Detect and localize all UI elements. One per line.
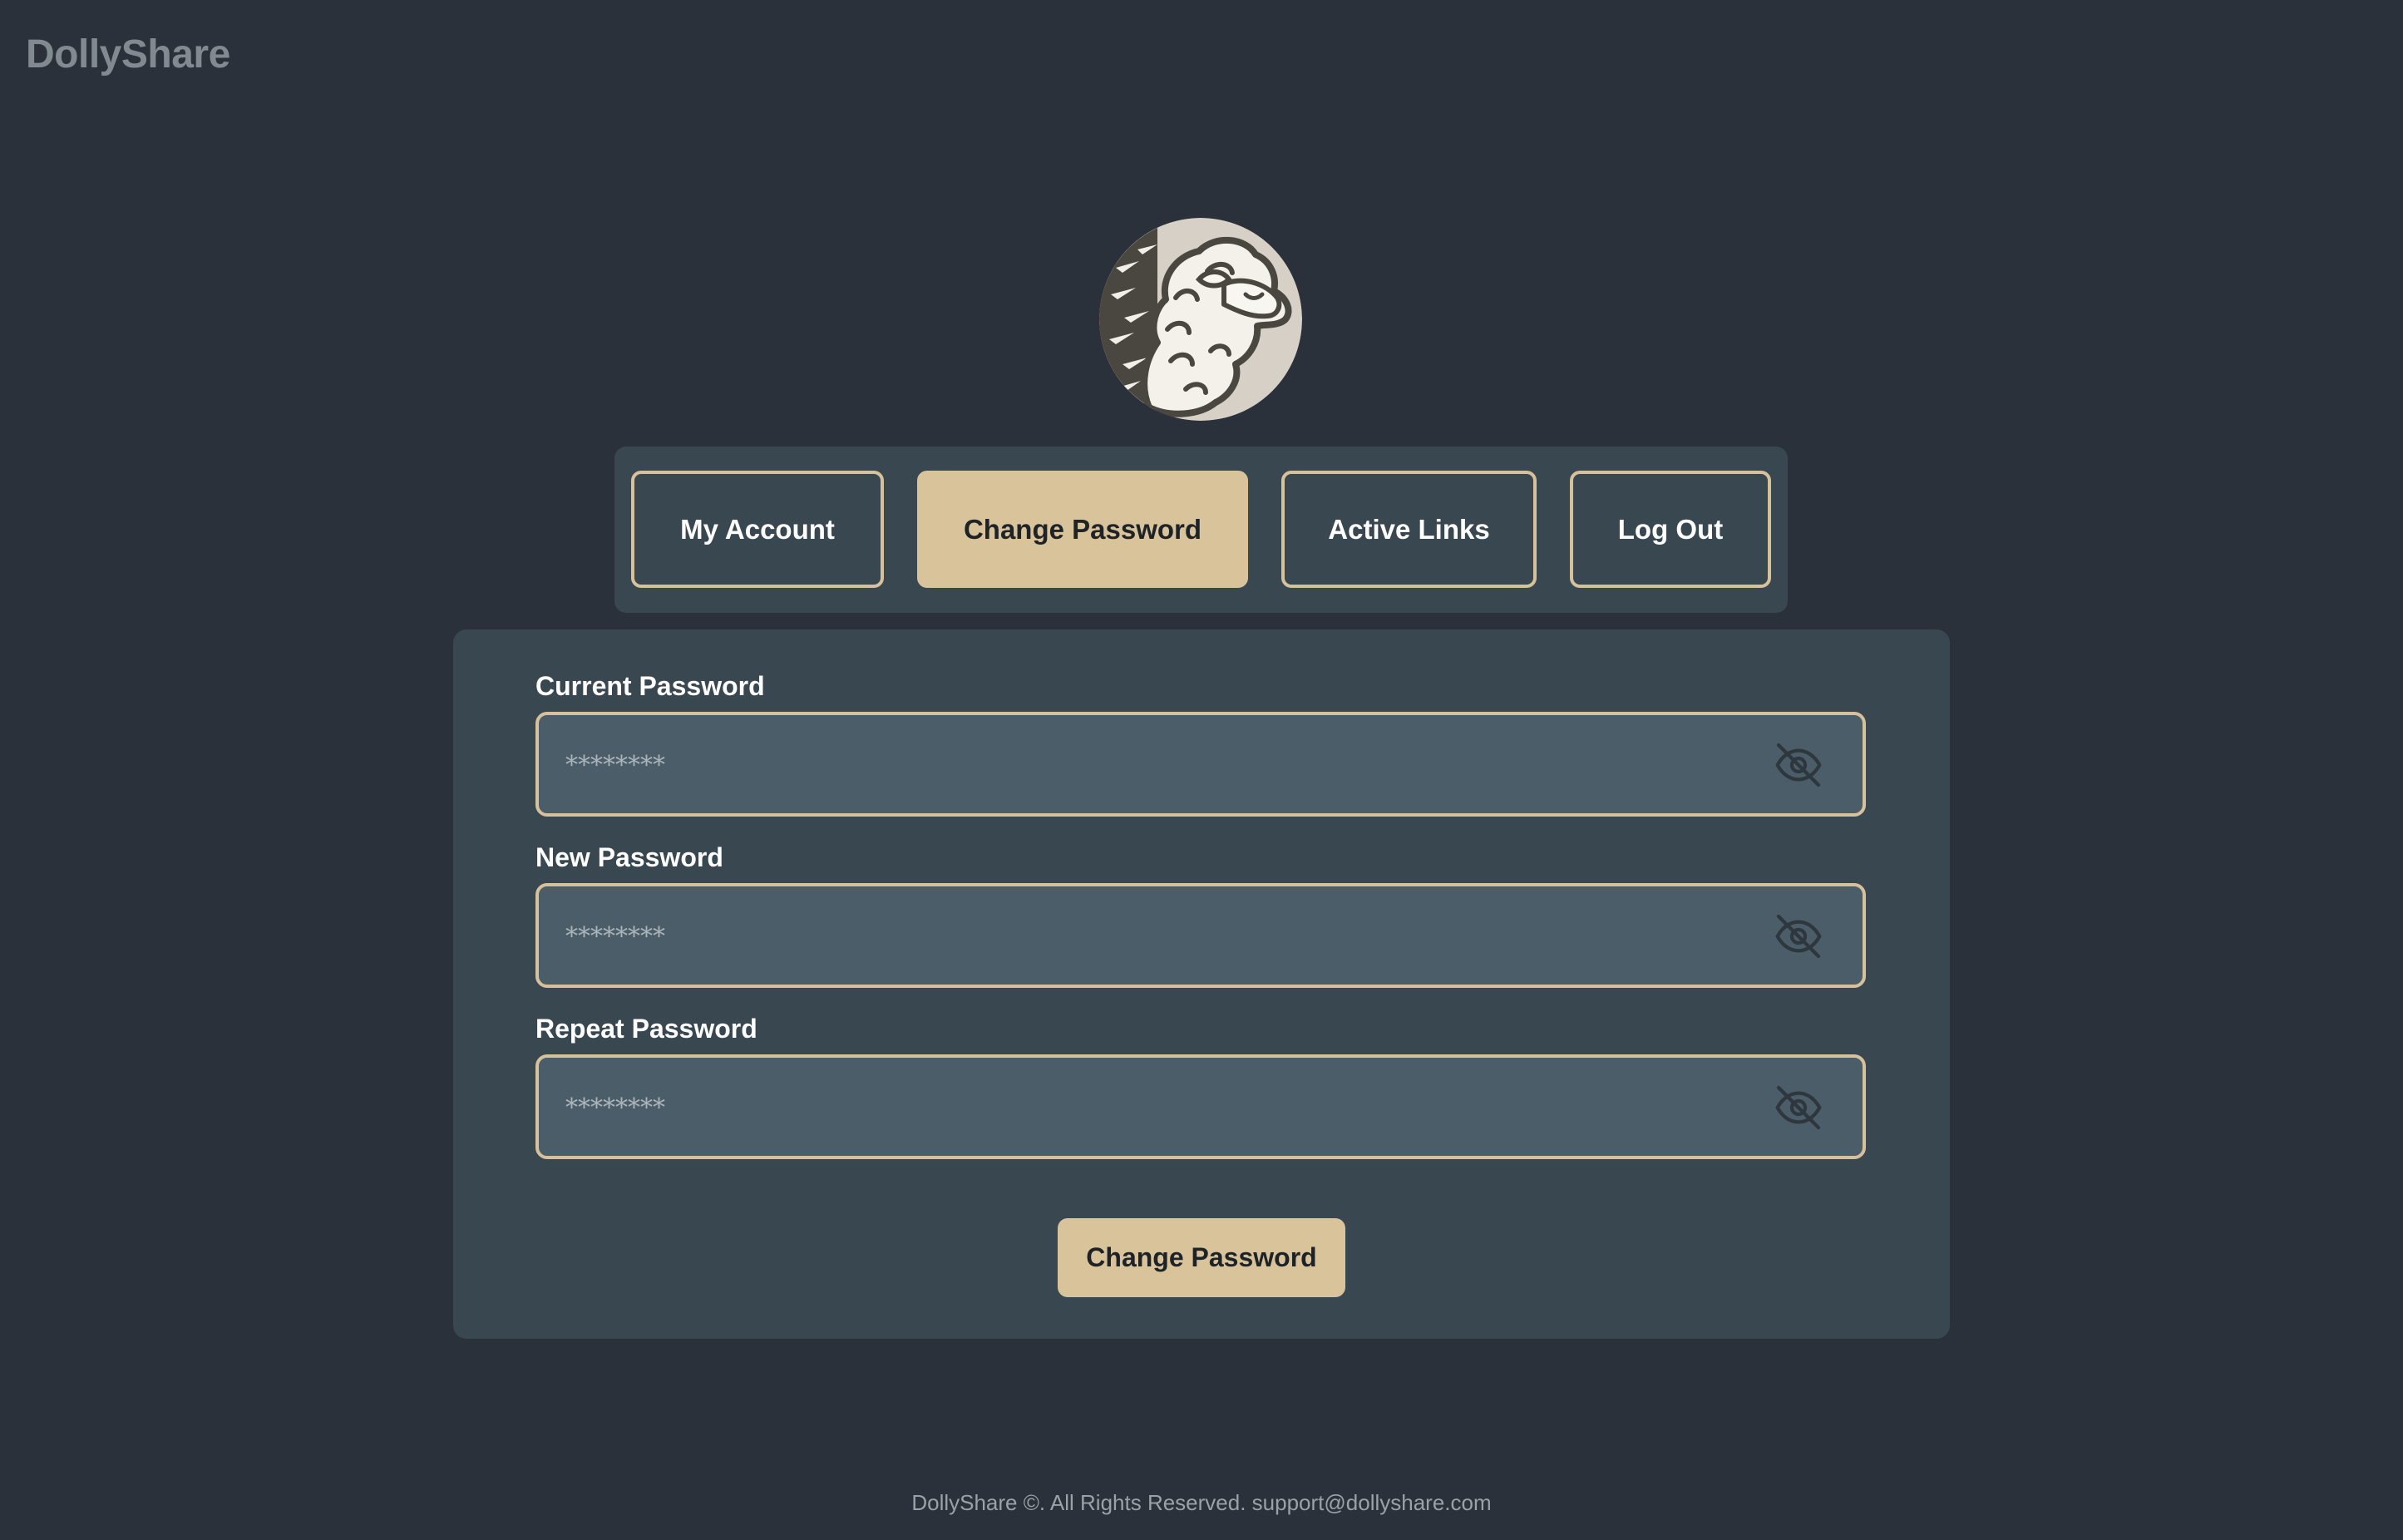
repeat-password-label: Repeat Password — [535, 1014, 757, 1044]
change-password-form: Current Password New Password Repeat Pas… — [453, 629, 1950, 1339]
nav-my-account-button[interactable]: My Account — [631, 471, 884, 588]
brand-logo-text[interactable]: DollyShare — [26, 32, 230, 77]
eye-off-icon[interactable] — [1772, 1081, 1825, 1134]
nav-change-password-button[interactable]: Change Password — [917, 471, 1248, 588]
nav-active-links-button[interactable]: Active Links — [1281, 471, 1537, 588]
new-password-field[interactable] — [535, 883, 1866, 988]
new-password-label: New Password — [535, 842, 723, 872]
footer-text: DollyShare ©. All Rights Reserved. suppo… — [911, 1490, 1492, 1515]
current-password-label: Current Password — [535, 671, 765, 701]
repeat-password-field[interactable] — [535, 1054, 1866, 1159]
change-password-submit-button[interactable]: Change Password — [1058, 1218, 1345, 1297]
repeat-password-input[interactable] — [564, 1058, 1731, 1157]
current-password-field[interactable] — [535, 712, 1866, 817]
eye-off-icon[interactable] — [1772, 910, 1825, 963]
sheep-logo-icon — [1099, 218, 1302, 421]
eye-off-icon[interactable] — [1772, 738, 1825, 792]
new-password-input[interactable] — [564, 886, 1731, 986]
nav-log-out-button[interactable]: Log Out — [1570, 471, 1771, 588]
current-password-input[interactable] — [564, 715, 1731, 815]
account-nav: My Account Change Password Active Links … — [614, 447, 1788, 613]
avatar — [1099, 218, 1302, 421]
